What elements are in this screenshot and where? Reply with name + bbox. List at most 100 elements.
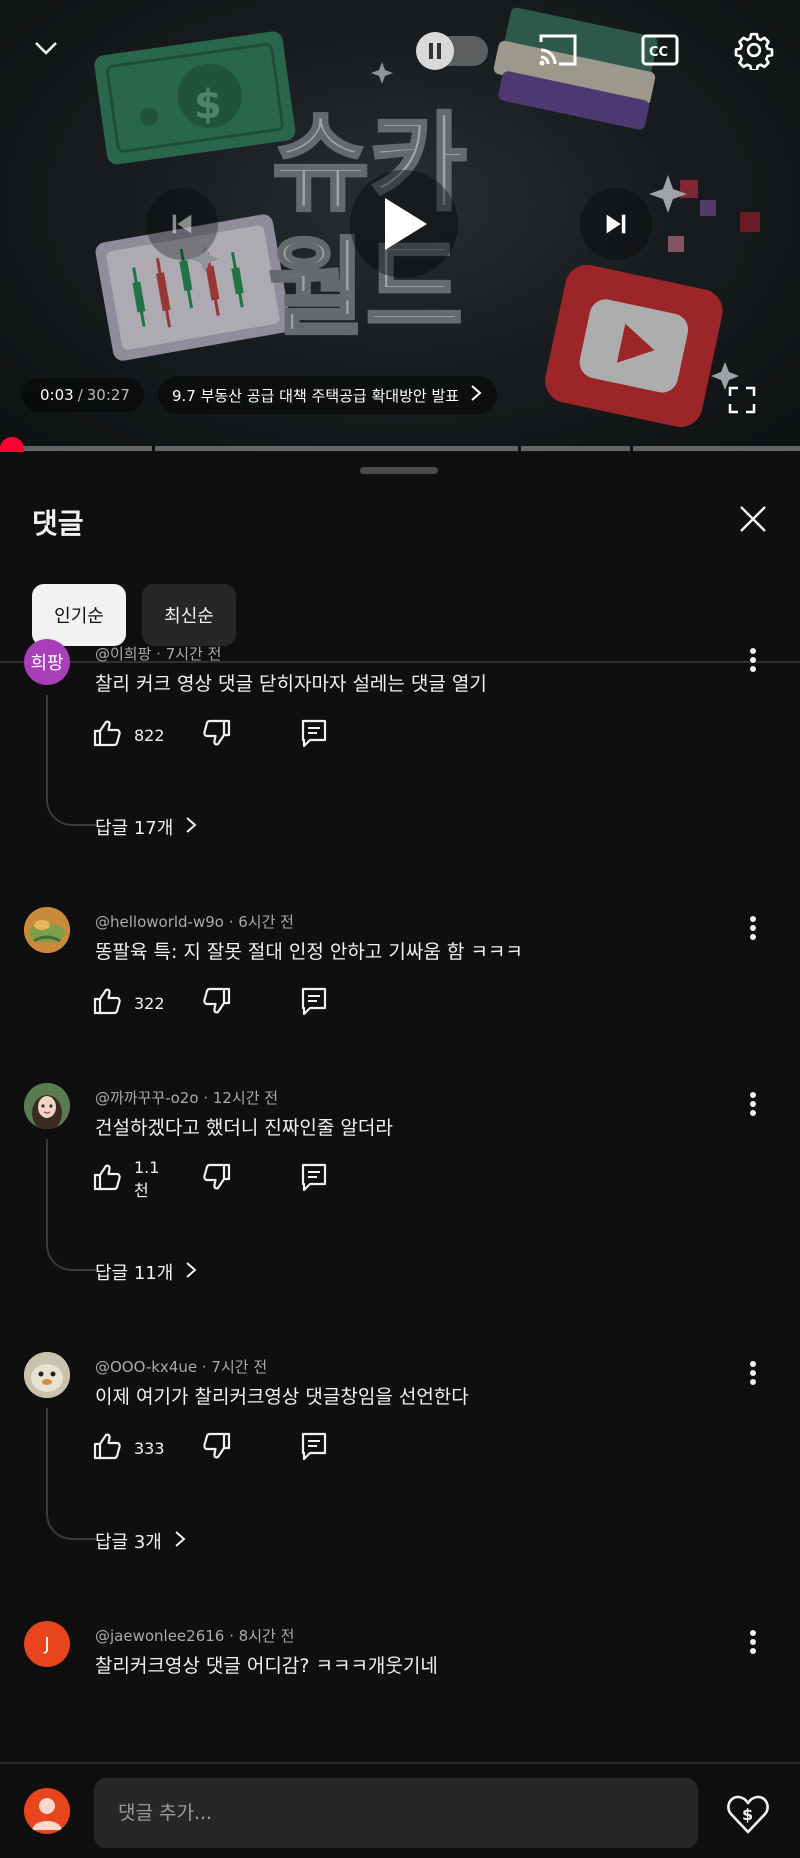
more-vert-icon[interactable] — [738, 1356, 768, 1390]
play-icon[interactable] — [350, 170, 458, 278]
comment-time: 7시간 전 — [211, 1358, 268, 1376]
comment-meta: @이희팡 · 7시간 전 — [95, 643, 221, 664]
video-player[interactable]: $ 슈카 월드 CC 0:03 / 30:27 9.7 부동산 공급 대책 주택… — [0, 0, 800, 452]
comment-text: 찰리커크영상 댓글 어디감? ㅋㅋㅋ개웃기네 — [95, 1655, 438, 1677]
chevron-down-icon[interactable] — [28, 30, 64, 66]
chapter-title: 9.7 부동산 공급 대책 주택공급 확대방안 발표 — [172, 386, 460, 405]
add-comment-bar: $ — [0, 1762, 800, 1858]
cast-icon[interactable] — [536, 28, 580, 72]
meta-dot: · — [151, 645, 166, 663]
thumb-up-icon — [92, 719, 122, 751]
comment-text: 건설하겠다고 했더니 진짜인줄 알더라 — [95, 1117, 393, 1139]
like-count: 322 — [134, 993, 165, 1013]
comment-meta: @OOO-kx4ue · 7시간 전 — [95, 1356, 267, 1377]
skip-next-icon[interactable] — [580, 188, 652, 260]
thread-line — [46, 695, 96, 826]
super-thanks-icon[interactable]: $ — [726, 1792, 770, 1836]
reply-button[interactable] — [300, 715, 328, 755]
meta-dot: · — [197, 1358, 212, 1376]
thread-line — [46, 1139, 96, 1271]
thumb-down-icon — [202, 719, 232, 751]
close-icon[interactable] — [736, 502, 770, 536]
reply-button[interactable] — [300, 983, 328, 1023]
comment-time: 8시간 전 — [238, 1627, 295, 1645]
current-time: 0:03 — [40, 386, 74, 404]
duration: 30:27 — [86, 386, 130, 404]
comment-icon — [300, 718, 328, 752]
chevron-right-icon — [174, 1530, 186, 1553]
comment-text: 이제 여기가 찰리커크영상 댓글창임을 선언한다 — [95, 1386, 469, 1408]
avatar[interactable]: J — [24, 1621, 70, 1667]
avatar[interactable]: 희팡 — [24, 639, 70, 685]
more-vert-icon[interactable] — [738, 911, 768, 945]
progress-bar[interactable] — [0, 437, 800, 452]
reply-button[interactable] — [300, 1428, 328, 1468]
comment-text: 찰리 커크 영상 댓글 닫히자마자 설레는 댓글 열기 — [95, 673, 487, 695]
reply-button[interactable] — [300, 1159, 328, 1199]
more-vert-icon[interactable] — [738, 1087, 768, 1121]
chapter-marker — [630, 446, 633, 451]
gear-icon[interactable] — [732, 28, 776, 72]
avatar — [24, 1788, 70, 1834]
thumb-up-icon — [92, 1163, 122, 1195]
avatar-initials: 희팡 — [30, 653, 64, 674]
chapter-marker — [518, 446, 521, 451]
avatar[interactable] — [24, 1352, 70, 1398]
like-count: 1.1천 — [134, 1157, 160, 1200]
comment-author[interactable]: @jaewonlee2616 — [95, 1627, 224, 1645]
svg-text:CC: CC — [649, 45, 668, 60]
replies-link[interactable]: 답글 3개 — [95, 1528, 186, 1554]
replies-link[interactable]: 답글 11개 — [95, 1259, 197, 1285]
sort-chip-top[interactable]: 인기순 — [32, 584, 126, 646]
autoplay-toggle[interactable] — [416, 32, 488, 70]
like-count: 333 — [134, 1438, 165, 1458]
comment-author[interactable]: @OOO-kx4ue — [95, 1358, 197, 1376]
thumb-down-icon — [202, 987, 232, 1019]
like-count: 822 — [134, 725, 165, 745]
replies-count: 답글 17개 — [95, 818, 174, 839]
svg-text:$: $ — [742, 1805, 753, 1824]
dislike-button[interactable] — [202, 1428, 232, 1468]
skip-previous-icon[interactable] — [146, 188, 218, 260]
comment-input[interactable] — [94, 1778, 698, 1848]
chapter-button[interactable]: 9.7 부동산 공급 대책 주택공급 확대방안 발표 — [158, 376, 498, 414]
comment-meta: @helloworld-w9o · 6시간 전 — [95, 911, 294, 932]
panel-title: 댓글 — [32, 507, 84, 540]
meta-dot: · — [224, 1627, 239, 1645]
comment-author[interactable]: @이희팡 — [95, 645, 151, 663]
like-button[interactable]: 322 — [92, 983, 165, 1023]
dislike-button[interactable] — [202, 715, 232, 755]
more-vert-icon[interactable] — [738, 1625, 768, 1659]
thread-line — [46, 1408, 96, 1540]
chevron-right-icon — [469, 384, 483, 406]
comment-text: 똥팔육 특: 지 잘못 절대 인정 안하고 기싸움 함 ㅋㅋㅋ — [95, 941, 523, 963]
dislike-button[interactable] — [202, 1159, 232, 1199]
comment-author[interactable]: @까까꾸꾸-o2o — [95, 1089, 199, 1107]
avatar[interactable] — [24, 1083, 70, 1129]
chevron-right-icon — [185, 816, 197, 839]
more-vert-icon[interactable] — [738, 643, 768, 677]
comment-icon — [300, 1431, 328, 1465]
avatar[interactable] — [24, 907, 70, 953]
comment-meta: @까까꾸꾸-o2o · 12시간 전 — [95, 1087, 278, 1108]
sort-chip-newest[interactable]: 최신순 — [142, 584, 236, 646]
avatar-initials: J — [44, 1633, 50, 1655]
replies-link[interactable]: 답글 17개 — [95, 814, 197, 840]
fullscreen-icon[interactable] — [722, 380, 762, 420]
replies-count: 답글 3개 — [95, 1532, 162, 1553]
cc-icon[interactable]: CC — [640, 30, 680, 70]
like-button[interactable]: 333 — [92, 1428, 165, 1468]
like-button[interactable]: 822 — [92, 715, 165, 755]
comment-meta: @jaewonlee2616 · 8시간 전 — [95, 1625, 294, 1646]
comment-time: 6시간 전 — [238, 913, 294, 931]
comment-icon — [300, 986, 328, 1020]
like-button[interactable]: 1.1천 — [92, 1157, 160, 1200]
comment-time: 12시간 전 — [212, 1089, 279, 1107]
chevron-right-icon — [185, 1261, 197, 1284]
comment-author[interactable]: @helloworld-w9o — [95, 913, 224, 931]
drag-handle[interactable] — [360, 467, 438, 474]
dislike-button[interactable] — [202, 983, 232, 1023]
pause-icon — [416, 32, 454, 70]
replies-count: 답글 11개 — [95, 1263, 174, 1284]
thumb-up-icon — [92, 987, 122, 1019]
